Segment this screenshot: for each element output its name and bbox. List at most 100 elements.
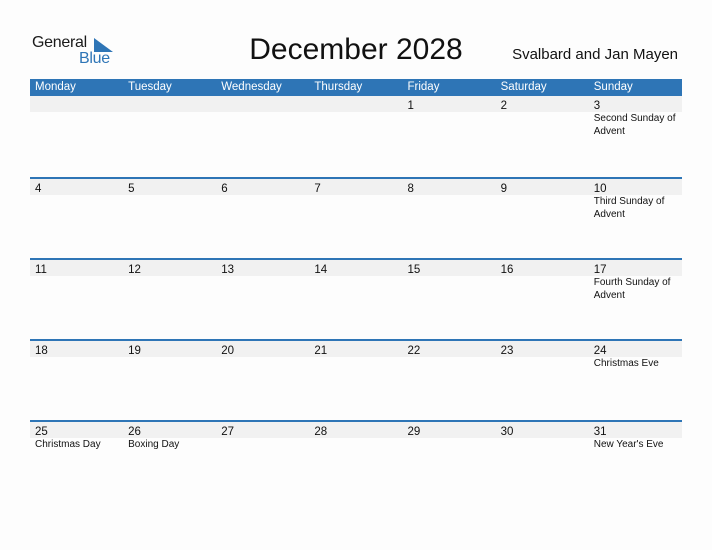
- day-number: 24: [593, 345, 607, 357]
- day-cell: 18: [30, 341, 123, 357]
- calendar-grid: Monday Tuesday Wednesday Thursday Friday…: [30, 79, 682, 501]
- day-cell: 3: [589, 96, 682, 112]
- holiday-label: Christmas Eve: [593, 358, 659, 369]
- day-number: 23: [500, 345, 514, 357]
- day-number: 12: [128, 264, 141, 276]
- day-cell: 4: [30, 179, 123, 195]
- holiday-label: [309, 357, 402, 370]
- day-number: 20: [221, 345, 235, 357]
- holiday-label: [30, 276, 123, 302]
- holiday-label: [30, 195, 123, 221]
- day-cell: 17: [589, 260, 682, 276]
- day-cell: [30, 96, 123, 112]
- weekday-sunday: Sunday: [593, 81, 633, 93]
- day-cell: 9: [496, 179, 589, 195]
- holiday-label: [123, 276, 216, 302]
- day-number: 31: [593, 426, 607, 438]
- date-band: 25 26 27 28 29 30 31: [30, 422, 682, 438]
- day-cell: 21: [309, 341, 402, 357]
- date-band: 4 5 6 7 8 9 10: [30, 179, 682, 195]
- day-number: 7: [314, 183, 321, 195]
- events-row: Christmas Eve: [30, 357, 682, 370]
- holiday-label: [123, 195, 216, 221]
- day-cell: 20: [216, 341, 309, 357]
- holiday-label: [30, 357, 123, 370]
- weekday-monday: Monday: [35, 81, 76, 93]
- day-cell: 31: [589, 422, 682, 438]
- events-row: Fourth Sunday of Advent: [30, 276, 682, 302]
- day-number: 19: [128, 345, 141, 357]
- day-number: 13: [221, 264, 235, 276]
- day-number: 22: [407, 345, 421, 357]
- day-cell: 5: [123, 179, 216, 195]
- holiday-label: [496, 276, 589, 302]
- day-cell: 29: [403, 422, 496, 438]
- day-number: 10: [593, 183, 607, 195]
- holiday-label: [403, 357, 496, 370]
- weekday-wednesday: Wednesday: [221, 81, 282, 93]
- day-cell: 30: [496, 422, 589, 438]
- day-cell: 28: [309, 422, 402, 438]
- day-number: 26: [128, 426, 141, 438]
- holiday-label: Third Sunday of Advent: [593, 196, 665, 220]
- day-number: 28: [314, 426, 328, 438]
- holiday-label: Boxing Day: [128, 439, 180, 450]
- holiday-label: [403, 195, 496, 221]
- day-cell: [309, 96, 402, 112]
- day-number: 18: [35, 345, 48, 357]
- holiday-label: [216, 357, 309, 370]
- holiday-label: [216, 276, 309, 302]
- weekday-friday: Friday: [407, 81, 440, 93]
- day-number: 27: [221, 426, 235, 438]
- week-row: 4 5 6 7 8 9 10 Third Sunday of Advent: [30, 177, 682, 258]
- weekday-thursday: Thursday: [314, 81, 363, 93]
- holiday-label: [123, 112, 216, 138]
- events-row: Second Sunday of Advent: [30, 112, 682, 138]
- day-number: 5: [128, 183, 135, 195]
- holiday-label: [123, 357, 216, 370]
- holiday-label: Fourth Sunday of Advent: [593, 277, 671, 301]
- day-cell: 15: [403, 260, 496, 276]
- weekday-saturday: Saturday: [500, 81, 547, 93]
- day-cell: 8: [403, 179, 496, 195]
- events-row: Christmas Day Boxing Day New Year's Eve: [30, 438, 682, 451]
- day-cell: 24: [589, 341, 682, 357]
- day-number: 15: [407, 264, 421, 276]
- week-row: 18 19 20 21 22 23 24 Christmas Eve: [30, 339, 682, 420]
- holiday-label: [496, 357, 589, 370]
- holiday-label: [496, 112, 589, 138]
- date-band: 11 12 13 14 15 16 17: [30, 260, 682, 276]
- holiday-label: Second Sunday of Advent: [593, 113, 676, 137]
- weekday-tuesday: Tuesday: [128, 81, 172, 93]
- day-cell: 22: [403, 341, 496, 357]
- day-cell: 19: [123, 341, 216, 357]
- holiday-label: [30, 112, 123, 138]
- day-cell: [216, 96, 309, 112]
- day-cell: 23: [496, 341, 589, 357]
- day-cell: 26: [123, 422, 216, 438]
- holiday-label: [309, 438, 402, 451]
- day-number: 9: [500, 183, 508, 195]
- day-cell: 27: [216, 422, 309, 438]
- holiday-label: [309, 195, 402, 221]
- day-cell: 6: [216, 179, 309, 195]
- day-number: 1: [407, 100, 414, 112]
- day-cell: 14: [309, 260, 402, 276]
- day-number: 11: [35, 264, 47, 276]
- holiday-label: [496, 195, 589, 221]
- day-cell: 12: [123, 260, 216, 276]
- weekday-header: Monday Tuesday Wednesday Thursday Friday…: [30, 79, 682, 96]
- day-cell: 2: [496, 96, 589, 112]
- events-row: Third Sunday of Advent: [30, 195, 682, 221]
- country-name: Svalbard and Jan Mayen: [512, 46, 678, 63]
- holiday-label: [403, 276, 496, 302]
- day-number: 21: [314, 345, 328, 357]
- day-number: 14: [314, 264, 328, 276]
- day-cell: [123, 96, 216, 112]
- holiday-label: [403, 112, 496, 138]
- weeks-container: 1 2 3 Second Sunday of Advent 4 5 6 7 8 9 10 Third …: [30, 96, 682, 501]
- date-band: 1 2 3: [30, 96, 682, 112]
- week-row: 11 12 13 14 15 16 17 Fourth Sunday of Advent: [30, 258, 682, 339]
- day-number: 8: [407, 183, 414, 195]
- day-cell: 13: [216, 260, 309, 276]
